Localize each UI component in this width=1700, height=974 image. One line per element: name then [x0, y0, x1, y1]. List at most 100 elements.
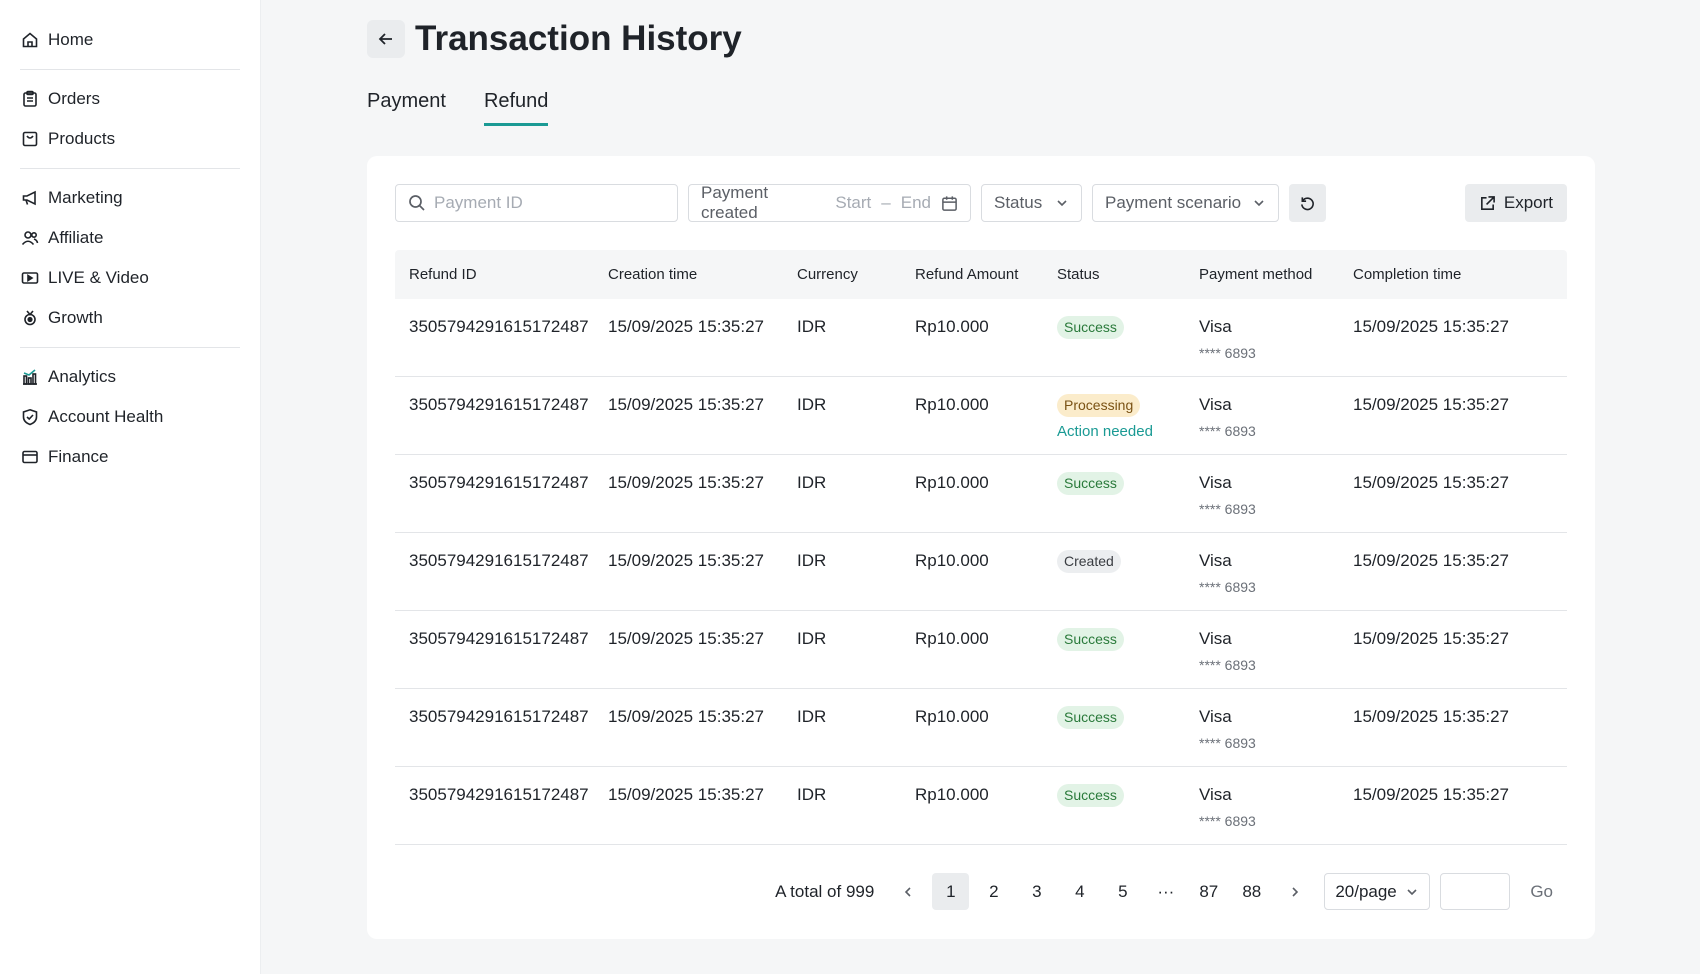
page-button[interactable]: 87 [1190, 873, 1227, 910]
table-row[interactable]: 3505794291615172487 15/09/2025 15:35:27 … [395, 689, 1567, 767]
refresh-icon [1299, 195, 1316, 212]
page-size-select[interactable]: 20/page [1324, 873, 1431, 910]
refund-amount: Rp10.000 [915, 473, 989, 492]
table-row[interactable]: 3505794291615172487 15/09/2025 15:35:27 … [395, 299, 1567, 377]
creation-time: 15/09/2025 15:35:27 [608, 473, 764, 492]
table-row[interactable]: 3505794291615172487 15/09/2025 15:35:27 … [395, 377, 1567, 455]
completion-time: 15/09/2025 15:35:27 [1353, 629, 1509, 648]
sidebar-divider [20, 168, 240, 169]
column-header: Payment method [1199, 266, 1313, 283]
sidebar-item-label: Products [48, 129, 116, 148]
status-badge: Processing [1057, 394, 1141, 417]
currency: IDR [797, 473, 827, 492]
export-label: Export [1503, 193, 1553, 212]
status-select-label: Status [994, 193, 1043, 212]
chevron-left-icon [901, 885, 915, 899]
sidebar-divider [20, 69, 240, 70]
page-button[interactable]: 88 [1233, 873, 1270, 910]
refund-id: 3505794291615172487 [409, 473, 589, 492]
refund-id: 3505794291615172487 [409, 317, 589, 336]
export-icon [1479, 195, 1496, 212]
go-button[interactable]: Go [1530, 882, 1553, 902]
date-separator: – [881, 193, 891, 212]
page-button[interactable]: 3 [1018, 873, 1055, 910]
page-size-label: 20/page [1335, 881, 1397, 901]
payment-method: Visa [1199, 551, 1232, 570]
sidebar-item-finance[interactable]: Finance [0, 437, 260, 477]
status-badge: Success [1057, 316, 1124, 339]
page-button[interactable]: 1 [932, 873, 970, 910]
refund-id: 3505794291615172487 [409, 395, 589, 414]
currency: IDR [797, 707, 827, 726]
completion-time: 15/09/2025 15:35:27 [1353, 551, 1509, 570]
sidebar-item-analytics[interactable]: Analytics [0, 357, 260, 397]
sidebar-item-products[interactable]: Products [0, 119, 260, 159]
completion-time: 15/09/2025 15:35:27 [1353, 473, 1509, 492]
refund-amount: Rp10.000 [915, 629, 989, 648]
sidebar-item-label: Account Health [48, 407, 164, 426]
sidebar-item-affiliate[interactable]: Affiliate [0, 218, 260, 258]
reset-button[interactable] [1289, 184, 1326, 222]
date-range-picker[interactable]: Payment created Start – End [688, 183, 971, 222]
status-badge: Success [1057, 706, 1124, 729]
table-row[interactable]: 3505794291615172487 15/09/2025 15:35:27 … [395, 533, 1567, 611]
page-jump-input[interactable] [1440, 873, 1511, 910]
completion-time: 15/09/2025 15:35:27 [1353, 785, 1509, 804]
date-label: Payment created [701, 183, 769, 222]
currency: IDR [797, 395, 827, 414]
chevron-down-icon [1055, 196, 1069, 210]
payment-method: Visa [1199, 629, 1232, 648]
sidebar-item-growth[interactable]: Growth [0, 298, 260, 338]
status-select[interactable]: Status [981, 184, 1082, 222]
sidebar-item-label: Growth [48, 308, 103, 327]
refund-table: Refund ID Creation time Currency Refund … [395, 250, 1567, 845]
sidebar-item-live-video[interactable]: LIVE & Video [0, 258, 260, 298]
action-needed-link[interactable]: Action needed [1057, 423, 1199, 440]
table-row[interactable]: 3505794291615172487 15/09/2025 15:35:27 … [395, 455, 1567, 533]
table-row[interactable]: 3505794291615172487 15/09/2025 15:35:27 … [395, 767, 1567, 845]
tab-refund[interactable]: Refund [483, 90, 549, 126]
column-header: Creation time [608, 266, 698, 283]
search-input[interactable]: Payment ID [434, 193, 523, 213]
page-title: Transaction History [415, 19, 742, 58]
creation-time: 15/09/2025 15:35:27 [608, 395, 764, 414]
sidebar-item-orders[interactable]: Orders [0, 79, 260, 119]
creation-time: 15/09/2025 15:35:27 [608, 629, 764, 648]
refund-amount: Rp10.000 [915, 707, 989, 726]
card-number: **** 6893 [1199, 813, 1256, 829]
page-button[interactable]: 4 [1061, 873, 1098, 910]
currency: IDR [797, 551, 827, 570]
date-start[interactable]: Start [835, 193, 871, 213]
sidebar: Home Orders Products Marketing Affiliate… [0, 0, 261, 974]
next-page-button[interactable] [1276, 873, 1313, 910]
page-button[interactable]: 5 [1104, 873, 1141, 910]
status-badge: Created [1057, 550, 1121, 573]
sidebar-item-account-health[interactable]: Account Health [0, 397, 260, 437]
back-button[interactable] [367, 20, 405, 58]
tab-payment[interactable]: Payment [367, 90, 446, 123]
page-button[interactable]: 2 [975, 873, 1012, 910]
arrow-left-icon [377, 30, 395, 48]
page-ellipsis[interactable]: ··· [1147, 873, 1184, 910]
chevron-down-icon [1405, 885, 1419, 899]
chevron-down-icon [1252, 196, 1266, 210]
search-box[interactable]: Payment ID [395, 184, 678, 222]
bar-chart-icon [20, 367, 40, 387]
currency: IDR [797, 629, 827, 648]
table-row[interactable]: 3505794291615172487 15/09/2025 15:35:27 … [395, 611, 1567, 689]
column-header: Currency [797, 266, 858, 283]
calendar-icon [941, 195, 958, 212]
sidebar-item-label: Orders [48, 89, 100, 108]
status-badge: Success [1057, 472, 1124, 495]
sidebar-item-marketing[interactable]: Marketing [0, 178, 260, 218]
sidebar-item-label: Marketing [48, 188, 123, 207]
date-end[interactable]: End [901, 193, 931, 213]
sidebar-item-home[interactable]: Home [0, 20, 260, 60]
payment-method: Visa [1199, 395, 1232, 414]
payment-scenario-select[interactable]: Payment scenario [1092, 184, 1279, 222]
refund-id: 3505794291615172487 [409, 551, 589, 570]
export-button[interactable]: Export [1464, 184, 1567, 222]
prev-page-button[interactable] [889, 873, 926, 910]
creation-time: 15/09/2025 15:35:27 [608, 785, 764, 804]
shield-icon [20, 407, 40, 427]
